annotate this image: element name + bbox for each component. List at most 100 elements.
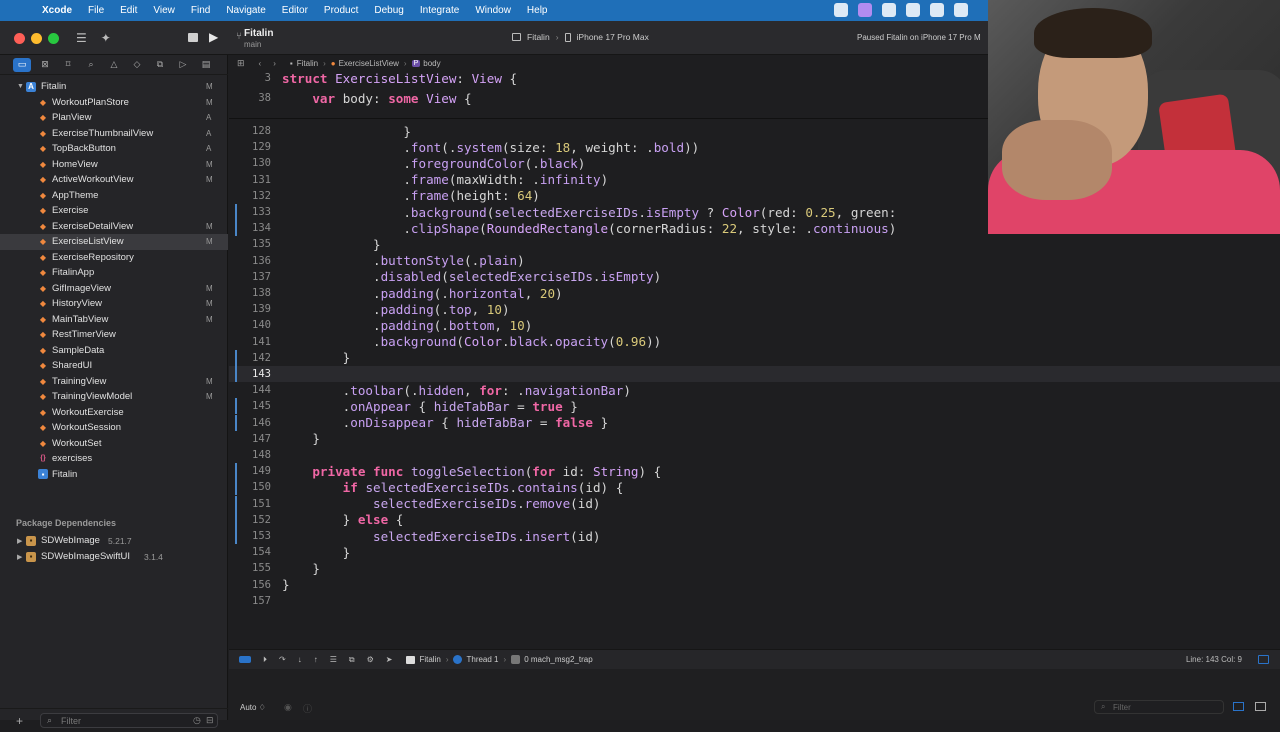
step-out-icon[interactable]: ↑ xyxy=(314,655,318,664)
add-icon[interactable]: + xyxy=(16,714,23,728)
line-number[interactable]: 131 xyxy=(231,174,271,186)
navigator-filter-field[interactable]: ⌕ Filter ◷ ⊟ xyxy=(40,713,218,728)
crumb-project[interactable]: Fitalin xyxy=(297,59,318,68)
package-row[interactable]: ▶ ▪ SDWebImage 5.21.7 xyxy=(0,533,228,549)
line-number[interactable]: 141 xyxy=(231,336,271,348)
find-tab-icon[interactable]: ⌕ xyxy=(82,58,100,72)
line-number[interactable]: 157 xyxy=(231,595,271,607)
menu-navigate[interactable]: Navigate xyxy=(226,5,265,16)
tree-file-item[interactable]: ◆ ActiveWorkoutView M xyxy=(0,172,228,188)
breakpoints-tab-icon[interactable]: ▷ xyxy=(174,58,192,72)
code-line[interactable]: 142 } xyxy=(229,349,1280,366)
continue-icon[interactable]: ⏵ xyxy=(263,655,267,665)
line-number[interactable]: 144 xyxy=(231,384,271,396)
tree-file-item[interactable]: ◆ WorkoutPlanStore M xyxy=(0,95,228,111)
console-info-icon[interactable]: ⓘ xyxy=(303,702,312,715)
disclosure-open-icon[interactable]: ▼ xyxy=(17,83,24,90)
status-icon-1[interactable] xyxy=(834,3,848,17)
menu-app-name[interactable]: Xcode xyxy=(42,5,72,16)
tree-file-item[interactable]: ◆ HistoryView M xyxy=(0,296,228,312)
menu-integrate[interactable]: Integrate xyxy=(420,5,459,16)
code-line[interactable]: 152 } else { xyxy=(229,511,1280,528)
tree-file-item[interactable]: ◆ TrainingViewModel M xyxy=(0,389,228,405)
line-number[interactable]: 149 xyxy=(231,465,271,477)
console-eye-icon[interactable]: ◉ xyxy=(284,702,292,713)
crumb-symbol[interactable]: body xyxy=(423,59,440,68)
debug-thread[interactable]: Thread 1 xyxy=(466,655,498,664)
tree-file-item[interactable]: ◆ HomeView M xyxy=(0,157,228,173)
tree-file-item[interactable]: ◆ AppTheme xyxy=(0,188,228,204)
code-line[interactable]: 136 .buttonStyle(.plain) xyxy=(229,253,1280,269)
tree-file-item[interactable]: ◆ ExerciseListView M xyxy=(0,234,228,250)
status-icon-4[interactable] xyxy=(906,3,920,17)
close-window-button[interactable] xyxy=(14,33,25,44)
code-line[interactable]: 151 selectedExerciseIDs.remove(id) xyxy=(229,495,1280,512)
simulate-location-icon[interactable]: ➤ xyxy=(386,655,393,664)
menu-window[interactable]: Window xyxy=(475,5,511,16)
line-number[interactable]: 137 xyxy=(231,271,271,283)
tree-file-item[interactable]: ◆ PlanView A xyxy=(0,110,228,126)
code-line[interactable]: 155 } xyxy=(229,560,1280,576)
menu-view[interactable]: View xyxy=(153,5,175,16)
line-number[interactable]: 136 xyxy=(231,255,271,267)
code-line[interactable]: 147 } xyxy=(229,431,1280,447)
line-number[interactable]: 145 xyxy=(231,400,271,412)
bookmarks-tab-icon[interactable]: ⌑ xyxy=(59,58,77,72)
console-view-toggle-icon[interactable] xyxy=(1255,702,1266,711)
issues-tab-icon[interactable]: △ xyxy=(105,58,123,72)
code-line[interactable]: 157 xyxy=(229,593,1280,609)
tree-file-item[interactable]: ◆ GifImageView M xyxy=(0,281,228,297)
package-row[interactable]: ▶ ▪ SDWebImageSwiftUI 3.1.4 xyxy=(0,549,228,565)
tree-file-item[interactable]: ◆ SampleData xyxy=(0,343,228,359)
status-icon-6[interactable] xyxy=(954,3,968,17)
disclosure-closed-icon[interactable]: ▶ xyxy=(17,537,22,545)
menu-find[interactable]: Find xyxy=(191,5,210,16)
tree-file-item[interactable]: ▪ Fitalin xyxy=(0,467,228,483)
console-mode-selector[interactable]: Auto ♢ xyxy=(240,703,266,712)
zoom-window-button[interactable] xyxy=(48,33,59,44)
console-filter-field[interactable]: ⌕ Filter xyxy=(1094,700,1224,714)
environment-icon[interactable]: ⚙ xyxy=(367,655,374,664)
line-number[interactable]: 129 xyxy=(231,141,271,153)
code-line[interactable]: 138 .padding(.horizontal, 20) xyxy=(229,285,1280,301)
line-number[interactable]: 150 xyxy=(231,481,271,493)
code-line[interactable]: 145 .onAppear { hideTabBar = true } xyxy=(229,398,1280,415)
tree-file-item[interactable]: ◆ TrainingView M xyxy=(0,374,228,390)
line-number[interactable]: 128 xyxy=(231,125,271,137)
line-number[interactable]: 134 xyxy=(231,222,271,234)
code-line[interactable]: 149 private func toggleSelection(for id:… xyxy=(229,463,1280,480)
code-line[interactable]: 143 xyxy=(229,366,1280,382)
code-line[interactable]: 150 if selectedExerciseIDs.contains(id) … xyxy=(229,479,1280,496)
line-number[interactable]: 142 xyxy=(231,352,271,364)
debug-frame[interactable]: 0 mach_msg2_trap xyxy=(524,655,592,664)
menu-debug[interactable]: Debug xyxy=(374,5,403,16)
line-number[interactable]: 140 xyxy=(231,319,271,331)
step-into-icon[interactable]: ↓ xyxy=(298,655,302,664)
menu-file[interactable]: File xyxy=(88,5,104,16)
tree-file-item[interactable]: ◆ WorkoutSet xyxy=(0,436,228,452)
memory-graph-icon[interactable]: ⧉ xyxy=(349,655,355,665)
step-over-icon[interactable]: ↷ xyxy=(279,655,286,664)
code-line[interactable]: 137 .disabled(selectedExerciseIDs.isEmpt… xyxy=(229,269,1280,285)
scheme-selector[interactable]: Fitalin › iPhone 17 Pro Max xyxy=(512,32,649,42)
tree-file-item[interactable]: ◆ TopBackButton A xyxy=(0,141,228,157)
code-line[interactable]: 139 .padding(.top, 10) xyxy=(229,301,1280,317)
line-number[interactable]: 147 xyxy=(231,433,271,445)
line-number[interactable]: 148 xyxy=(231,449,271,461)
debug-area-toggle-icon[interactable] xyxy=(1258,655,1269,664)
status-icon-3[interactable] xyxy=(882,3,896,17)
line-number[interactable]: 146 xyxy=(231,417,271,429)
tree-file-item[interactable]: ◆ SharedUI xyxy=(0,358,228,374)
minimize-window-button[interactable] xyxy=(31,33,42,44)
tree-file-item[interactable]: ◆ WorkoutExercise xyxy=(0,405,228,421)
tree-file-item[interactable]: ◆ ExerciseRepository xyxy=(0,250,228,266)
code-line[interactable]: 141 .background(Color.black.opacity(0.96… xyxy=(229,334,1280,350)
code-line[interactable]: 146 .onDisappear { hideTabBar = false } xyxy=(229,414,1280,431)
line-number[interactable]: 154 xyxy=(231,546,271,558)
code-line[interactable]: 135 } xyxy=(229,236,1280,252)
code-line[interactable]: 153 selectedExerciseIDs.insert(id) xyxy=(229,528,1280,544)
breakpoints-toggle-icon[interactable] xyxy=(239,656,251,663)
run-icon[interactable]: ▶ xyxy=(209,30,218,44)
line-number[interactable]: 156 xyxy=(231,579,271,591)
line-number[interactable]: 133 xyxy=(231,206,271,218)
